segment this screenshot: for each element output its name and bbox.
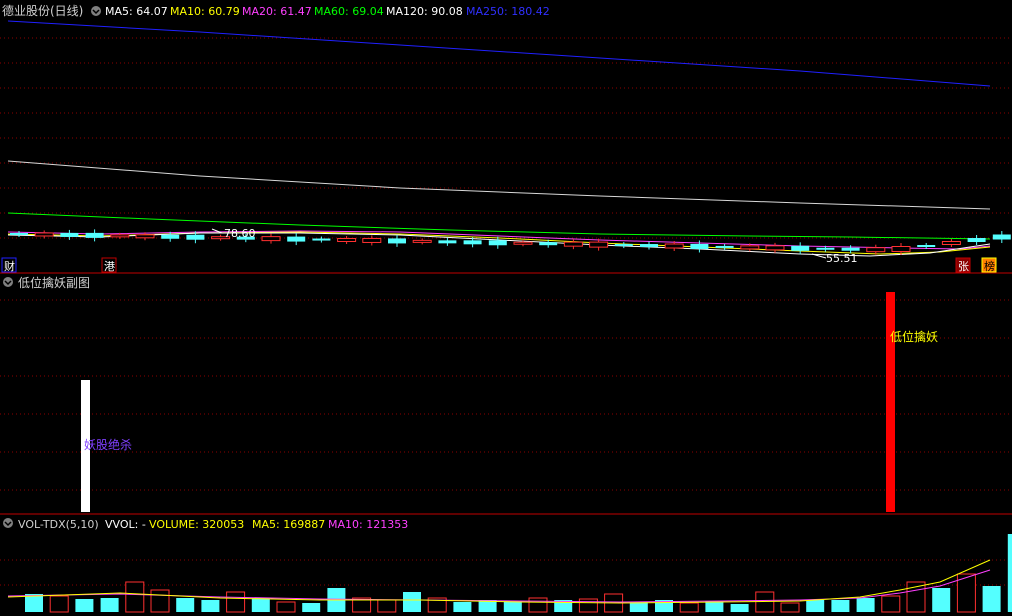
chevron-down-icon[interactable] [91, 6, 101, 16]
candle-body [438, 240, 457, 244]
candle-body [388, 238, 406, 244]
volume-bar [881, 595, 901, 613]
volume-bar [49, 595, 69, 613]
volume-bar [377, 599, 397, 613]
volume-bar [226, 591, 246, 613]
chart-stage[interactable]: 78.60 55.51 财 港 张 榜 德业股份(日线) MA5: 64.07 … [0, 0, 1012, 616]
candle-body [412, 239, 432, 243]
volume-legend: VOLUME: 320053 [149, 518, 244, 531]
volume-bar [705, 601, 724, 612]
volume-bar [578, 598, 598, 613]
volume-bar [982, 586, 1001, 612]
candle-body [640, 244, 658, 248]
vvol-legend: VVOL: - [105, 518, 146, 531]
candle-body [161, 234, 180, 239]
indicator-title: 低位擒妖副图 [18, 275, 90, 290]
candle-body [715, 245, 734, 248]
volume-bar [251, 598, 270, 612]
volume-bar [856, 598, 875, 612]
chevron-down-icon[interactable] [3, 518, 13, 528]
candle-body [866, 247, 886, 253]
candle-body [337, 238, 357, 242]
candle-body [60, 232, 79, 237]
candle-body [917, 245, 936, 247]
candle-body [563, 241, 583, 247]
candle-body [85, 232, 104, 238]
ma60-legend: MA60: 69.04 [314, 5, 384, 18]
volume-bar [150, 589, 170, 613]
ma5-legend: MA5: 64.07 [105, 5, 168, 18]
candle-body [488, 240, 507, 246]
candle-body [841, 247, 860, 251]
vol-ma5-legend: MA5: 169887 [252, 518, 325, 531]
candle-body [186, 234, 205, 240]
candle-body [664, 243, 684, 249]
volume-header: VOL-TDX(5,10) VVOL: - VOLUME: 320053 MA5… [3, 518, 408, 531]
event-tag-cai[interactable]: 财 [1, 257, 17, 273]
ma20-legend: MA20: 61.47 [242, 5, 312, 18]
volume-bar [528, 597, 548, 613]
candle-body [287, 236, 306, 242]
volume-bar [629, 602, 648, 612]
volume-bar [75, 599, 94, 612]
volume-bar [806, 600, 825, 612]
event-tag-bang[interactable]: 榜 [981, 257, 997, 273]
candle-body [362, 237, 382, 243]
candle-body [539, 242, 558, 246]
low-price-label: 55.51 [826, 252, 858, 265]
volume-bar [276, 601, 296, 613]
high-price-label: 78.60 [224, 227, 256, 240]
candle-body [941, 241, 961, 245]
candle-body [261, 236, 281, 242]
volume-bar [100, 598, 119, 612]
svg-text:财: 财 [4, 259, 15, 273]
volume-bar [176, 598, 195, 612]
volume-bar [125, 581, 145, 613]
volume-bar [679, 602, 699, 613]
candle-body [690, 243, 709, 249]
volume-bar [780, 602, 800, 613]
stock-title: 德业股份(日线) [2, 3, 83, 18]
volume-bar [503, 601, 522, 612]
event-tag-gang[interactable]: 港 [101, 257, 117, 273]
volume-bar [302, 603, 321, 612]
event-tag-zhang[interactable]: 张 [955, 257, 971, 273]
candle-body [765, 245, 785, 251]
signal-red-label: 低位擒妖 [890, 329, 938, 344]
ma250-legend: MA250: 180.42 [466, 5, 550, 18]
ma120-legend: MA120: 90.08 [386, 5, 463, 18]
candle-body [891, 246, 911, 252]
candle-body [312, 238, 331, 241]
volume-bar [403, 592, 421, 612]
volume-bar [201, 600, 220, 612]
candle-body [589, 241, 609, 248]
candle-body [463, 240, 482, 245]
candle-body [614, 244, 633, 247]
candle-body [740, 245, 760, 250]
signal-white-label: 妖股绝杀 [84, 437, 132, 452]
candle-body [135, 234, 155, 239]
ma10-legend: MA10: 60.79 [170, 5, 240, 18]
candle-body [34, 232, 54, 237]
candle-body [110, 234, 130, 238]
candle-body [791, 245, 810, 251]
volume-bar [932, 588, 951, 612]
svg-text:港: 港 [104, 260, 115, 273]
vol-ma10-legend: MA10: 121353 [328, 518, 408, 531]
volume-bar [730, 604, 749, 612]
candle-body [10, 233, 28, 235]
candle-body [816, 247, 835, 250]
candle-body [513, 241, 533, 245]
volume-bar [831, 600, 850, 612]
svg-text:榜: 榜 [984, 259, 995, 273]
candle-body [967, 238, 986, 242]
signal-red-bar [886, 292, 895, 512]
chevron-down-icon[interactable] [3, 277, 13, 287]
volume-bar [453, 602, 472, 612]
candle-body [992, 234, 1011, 240]
svg-text:张: 张 [958, 260, 969, 273]
volume-bar [1007, 534, 1012, 612]
volume-title: VOL-TDX(5,10) [18, 518, 99, 531]
